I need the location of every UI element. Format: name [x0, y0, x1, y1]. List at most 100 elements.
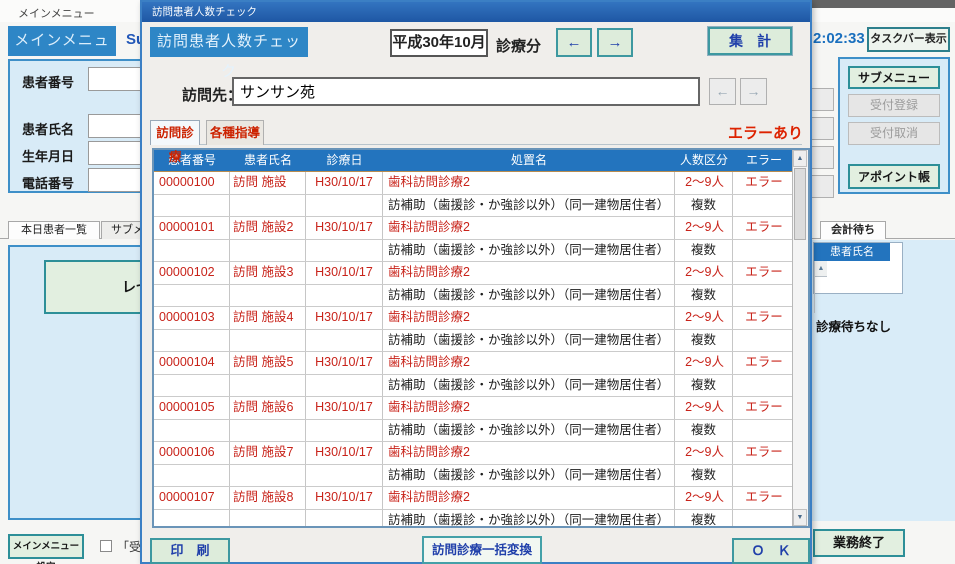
cell-count-category: 2〜9人: [675, 262, 733, 284]
cell-count-category: 複数: [675, 285, 733, 307]
cell-treatment-date: H30/10/17: [306, 442, 383, 464]
visit-table: 患者番号 患者氏名 診療日 処置名 人数区分 エラー 00000100 訪問 施…: [152, 148, 810, 528]
bulk-convert-button[interactable]: 訪問診療一括変換: [422, 536, 542, 564]
tab-accounting-wait[interactable]: 会計待ち: [820, 221, 886, 239]
table-row[interactable]: 00000104 訪問 施設5 H30/10/17 歯科訪問診療2 2〜9人 エ…: [154, 352, 808, 375]
table-row[interactable]: 00000101 訪問 施設2 H30/10/17 歯科訪問診療2 2〜9人 エ…: [154, 217, 808, 240]
cell-patient-id: 00000100: [154, 172, 230, 194]
table-row[interactable]: 00000103 訪問 施設4 H30/10/17 歯科訪問診療2 2〜9人 エ…: [154, 307, 808, 330]
visit-patient-count-dialog: 訪問患者人数チェック 訪問患者人数チェック 平成30年10月 診療分 ← → 集…: [140, 0, 812, 564]
col-patient-name: 患者氏名: [230, 150, 306, 171]
cell-patient-name: [230, 375, 306, 397]
reception-cancel-button[interactable]: 受付取消: [848, 122, 940, 145]
visit-table-header: 患者番号 患者氏名 診療日 処置名 人数区分 エラー: [154, 150, 808, 172]
col-count-category: 人数区分: [675, 150, 733, 171]
table-row[interactable]: 訪補助（歯援診・か強診以外）（同一建物居住者） 複数: [154, 510, 808, 529]
tab-home-visit-care[interactable]: 訪問診療: [150, 120, 200, 145]
tab-various-guidance[interactable]: 各種指導: [206, 120, 264, 145]
cell-error: [733, 465, 795, 487]
table-row[interactable]: 00000105 訪問 施設6 H30/10/17 歯科訪問診療2 2〜9人 エ…: [154, 397, 808, 420]
cell-patient-id: 00000101: [154, 217, 230, 239]
waiting-list-header: 患者氏名: [814, 243, 890, 261]
cell-treatment-date: [306, 420, 383, 442]
print-button[interactable]: 印 刷: [150, 538, 230, 564]
cell-error: エラー: [733, 442, 795, 464]
cell-treatment-date: [306, 465, 383, 487]
tab-today-patients[interactable]: 本日患者一覧: [8, 221, 100, 239]
visit-table-body: 00000100 訪問 施設 H30/10/17 歯科訪問診療2 2〜9人 エラ…: [154, 172, 808, 528]
birthdate-label: 生年月日: [22, 146, 74, 165]
phone-label: 電話番号: [22, 173, 74, 192]
cell-treatment-date: H30/10/17: [306, 172, 383, 194]
submenu-button[interactable]: サブメニュー: [848, 66, 940, 89]
cell-count-category: 複数: [675, 240, 733, 262]
cell-patient-name: [230, 465, 306, 487]
taskbar-show-button[interactable]: タスクバー表示: [867, 27, 950, 52]
scroll-up-icon[interactable]: ▲: [815, 261, 827, 277]
cell-patient-id: 00000102: [154, 262, 230, 284]
cell-patient-name: [230, 420, 306, 442]
cell-treatment-date: [306, 330, 383, 352]
table-row[interactable]: 00000102 訪問 施設3 H30/10/17 歯科訪問診療2 2〜9人 エ…: [154, 262, 808, 285]
cell-patient-name: 訪問 施設7: [230, 442, 306, 464]
exit-business-button[interactable]: 業務終了: [813, 529, 905, 557]
cell-error: エラー: [733, 487, 795, 509]
table-row[interactable]: 訪補助（歯援診・か強診以外）（同一建物居住者） 複数: [154, 195, 808, 218]
main-menu-button[interactable]: メインメニュー: [8, 26, 116, 56]
cell-treatment-date: [306, 195, 383, 217]
visit-destination-input[interactable]: [232, 77, 700, 106]
scrollbar-thumb[interactable]: [794, 168, 806, 240]
cell-patient-name: 訪問 施設3: [230, 262, 306, 284]
cell-treatment-date: H30/10/17: [306, 352, 383, 374]
cell-patient-name: 訪問 施設6: [230, 397, 306, 419]
cell-treatment-date: H30/10/17: [306, 397, 383, 419]
dialog-titlebar[interactable]: 訪問患者人数チェック: [142, 2, 810, 22]
cell-procedure-name: 訪補助（歯援診・か強診以外）（同一建物居住者）: [383, 285, 675, 307]
patient-name-label: 患者氏名: [22, 119, 74, 138]
cell-error: エラー: [733, 352, 795, 374]
aggregate-button[interactable]: 集 計: [708, 27, 792, 55]
cell-error: エラー: [733, 262, 795, 284]
next-month-button[interactable]: →: [597, 28, 633, 57]
waiting-list-row: 診療待ちなし: [814, 313, 902, 335]
cell-count-category: 複数: [675, 465, 733, 487]
visit-prev-button[interactable]: ←: [709, 78, 736, 105]
cell-count-category: 複数: [675, 375, 733, 397]
table-row[interactable]: 00000107 訪問 施設8 H30/10/17 歯科訪問診療2 2〜9人 エ…: [154, 487, 808, 510]
cell-patient-id: [154, 420, 230, 442]
table-row[interactable]: 訪補助（歯援診・か強診以外）（同一建物居住者） 複数: [154, 375, 808, 398]
appointment-book-button[interactable]: アポイント帳: [848, 164, 940, 189]
cell-patient-id: [154, 375, 230, 397]
cell-error: エラー: [733, 307, 795, 329]
main-menu-settings-button[interactable]: メインメニュー設定: [8, 534, 84, 559]
table-row[interactable]: 訪補助（歯援診・か強診以外）（同一建物居住者） 複数: [154, 465, 808, 488]
table-row[interactable]: 訪補助（歯援診・か強診以外）（同一建物居住者） 複数: [154, 285, 808, 308]
table-row[interactable]: 訪補助（歯援診・か強診以外）（同一建物居住者） 複数: [154, 330, 808, 353]
treatment-month-suffix: 診療分: [496, 35, 541, 56]
cell-treatment-date: H30/10/17: [306, 217, 383, 239]
scroll-down-icon[interactable]: ▼: [793, 509, 807, 526]
table-row[interactable]: 訪補助（歯援診・か強診以外）（同一建物居住者） 複数: [154, 240, 808, 263]
scroll-up-icon[interactable]: ▲: [793, 150, 807, 167]
waiting-list-scrollbar[interactable]: ▲: [814, 261, 827, 313]
cell-treatment-date: H30/10/17: [306, 307, 383, 329]
ok-button[interactable]: Ｏ Ｋ: [732, 538, 810, 564]
reception-checkbox[interactable]: [100, 540, 112, 552]
cell-count-category: 2〜9人: [675, 442, 733, 464]
cell-procedure-name: 訪補助（歯援診・か強診以外）（同一建物居住者）: [383, 375, 675, 397]
table-row[interactable]: 00000100 訪問 施設 H30/10/17 歯科訪問診療2 2〜9人 エラ…: [154, 172, 808, 195]
table-row[interactable]: 00000106 訪問 施設7 H30/10/17 歯科訪問診療2 2〜9人 エ…: [154, 442, 808, 465]
cell-procedure-name: 歯科訪問診療2: [383, 307, 675, 329]
cell-patient-id: [154, 240, 230, 262]
cell-patient-id: 00000107: [154, 487, 230, 509]
col-treatment-date: 診療日: [306, 150, 383, 171]
prev-month-button[interactable]: ←: [556, 28, 592, 57]
table-scrollbar[interactable]: ▲ ▼: [792, 150, 808, 526]
cell-error: [733, 330, 795, 352]
cell-procedure-name: 訪補助（歯援診・か強診以外）（同一建物居住者）: [383, 510, 675, 529]
cell-procedure-name: 歯科訪問診療2: [383, 262, 675, 284]
cell-error: [733, 285, 795, 307]
table-row[interactable]: 訪補助（歯援診・か強診以外）（同一建物居住者） 複数: [154, 420, 808, 443]
reception-register-button[interactable]: 受付登録: [848, 94, 940, 117]
visit-next-button[interactable]: →: [740, 78, 767, 105]
